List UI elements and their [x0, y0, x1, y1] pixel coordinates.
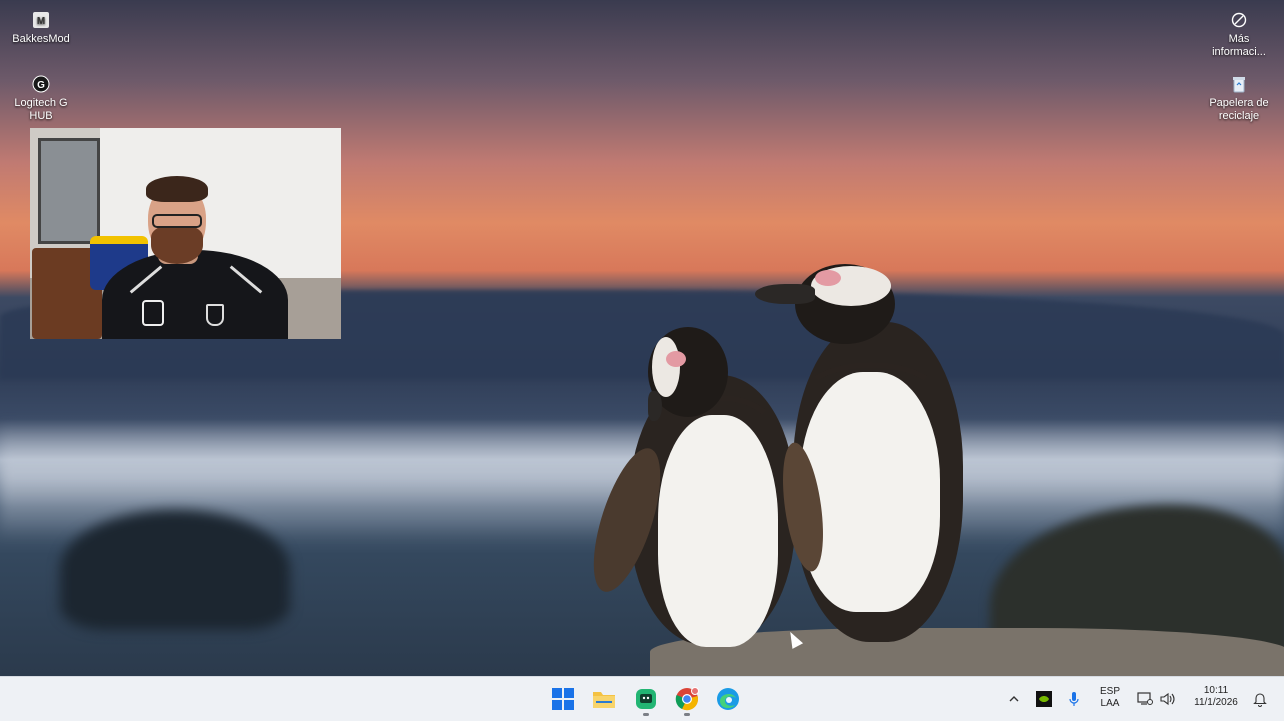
chevron-up-icon [1009, 696, 1019, 702]
desktop-icon-bakkesmod[interactable]: M BakkesMod [5, 10, 77, 46]
info-icon [1229, 10, 1249, 30]
desktop-icon-label: Papelera de reciclaje [1209, 97, 1269, 122]
network-icon [1137, 692, 1153, 705]
desktop-icon-label: BakkesMod [12, 33, 70, 45]
notification-bell-icon [1253, 692, 1267, 707]
language-indicator[interactable]: ESP LAA [1094, 686, 1126, 710]
edge-icon [717, 688, 739, 710]
svg-text:G: G [37, 80, 45, 91]
microphone-icon [1069, 692, 1079, 706]
taskbar: ESP LAA 10:11 11/1/2026 [0, 676, 1284, 721]
tray-overflow-button[interactable] [1002, 681, 1026, 717]
desktop-icon-logitech-ghub[interactable]: G Logitech G HUB [5, 74, 77, 123]
tray-microphone[interactable] [1062, 681, 1086, 717]
tray-volume[interactable] [1157, 681, 1179, 717]
clock-time: 10:11 [1203, 685, 1229, 696]
taskbar-start-button[interactable] [545, 681, 581, 717]
language-primary: ESP [1099, 686, 1120, 697]
wallpaper-rock-left [60, 510, 290, 630]
svg-text:M: M [37, 16, 45, 27]
clock[interactable]: 10:11 11/1/2026 [1186, 685, 1246, 709]
folder-icon [593, 692, 615, 708]
desktop-icon-label: Más informaci... [1212, 33, 1266, 58]
chrome-icon [675, 687, 699, 711]
tray-network[interactable] [1134, 681, 1156, 717]
tray-nvidia[interactable] [1032, 681, 1056, 717]
windows-start-icon [552, 688, 574, 710]
recycle-bin-icon [1229, 74, 1249, 94]
volume-icon [1160, 692, 1175, 706]
chat-app-icon [636, 689, 656, 709]
nvidia-icon [1036, 691, 1052, 707]
desktop-icon-label: Logitech G HUB [14, 97, 68, 122]
desktop-icon-recycle-bin[interactable]: Papelera de reciclaje [1203, 74, 1275, 123]
bakkesmod-icon: M [31, 10, 51, 30]
taskbar-chrome[interactable] [669, 681, 705, 717]
desktop-icon-more-info[interactable]: Más informaci... [1203, 10, 1275, 59]
taskbar-edge[interactable] [710, 681, 746, 717]
penguin-right [755, 262, 965, 647]
language-secondary: LAA [1100, 698, 1120, 709]
clock-date: 11/1/2026 [1194, 697, 1238, 708]
webcam-overlay [30, 128, 341, 339]
logitech-ghub-icon: G [31, 74, 51, 94]
tray-notifications[interactable] [1249, 681, 1271, 717]
taskbar-chat-app[interactable] [628, 681, 664, 717]
taskbar-file-explorer[interactable] [586, 681, 622, 717]
